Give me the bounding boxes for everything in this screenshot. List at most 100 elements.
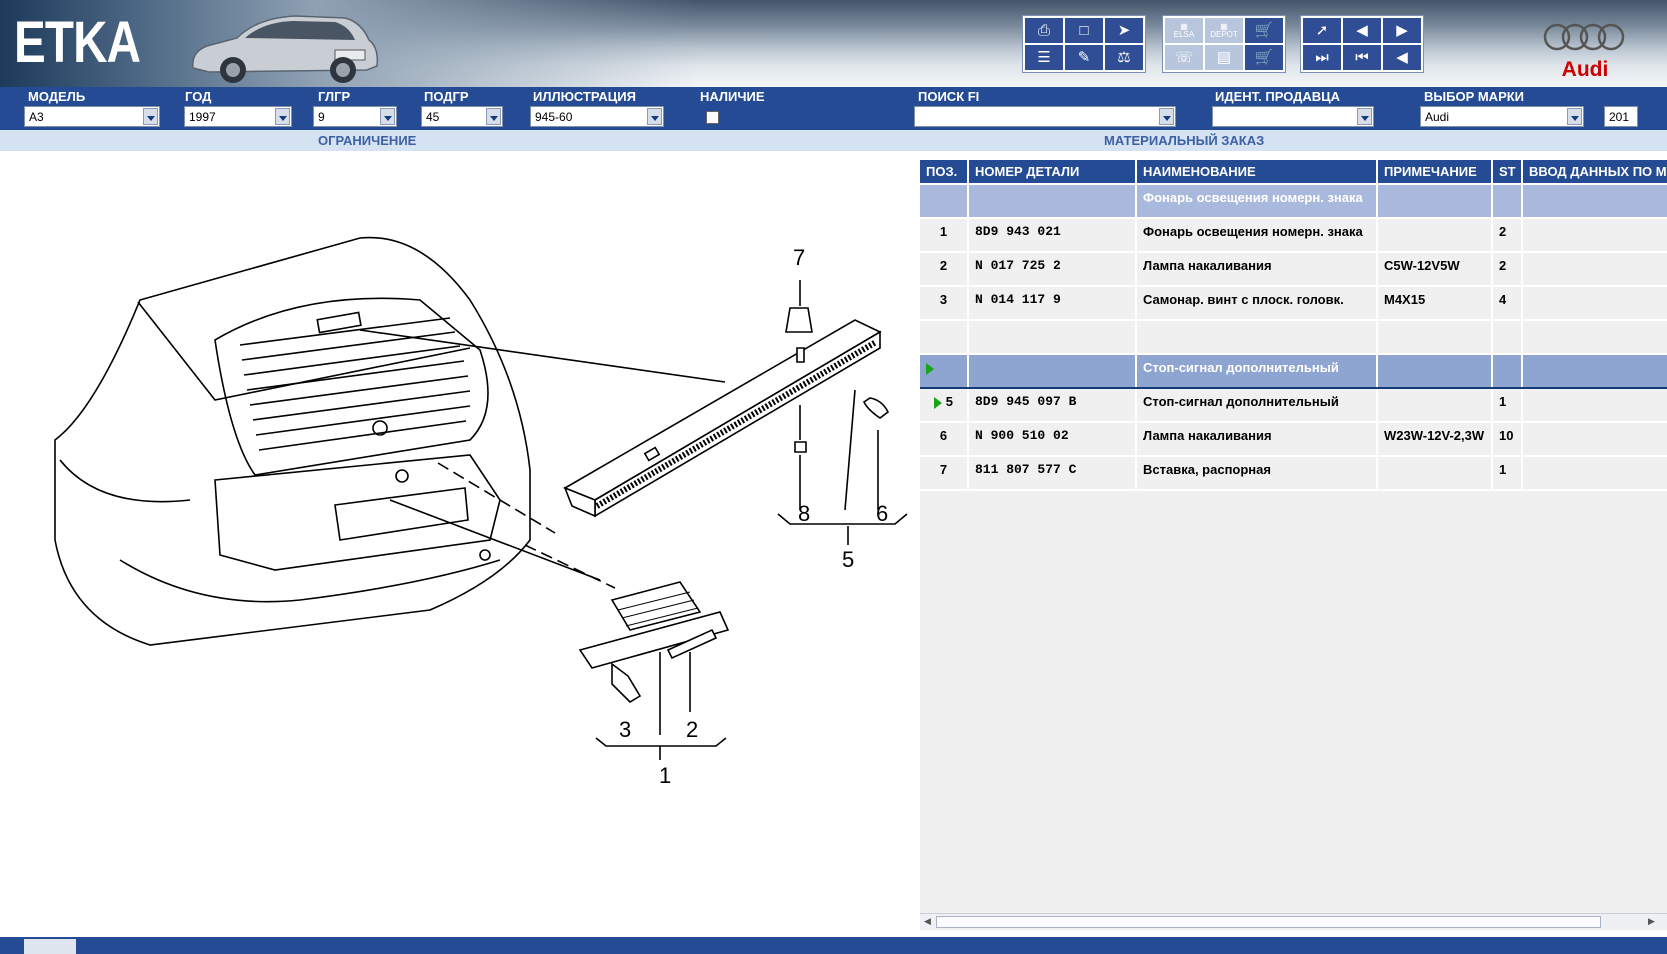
scrollbar-thumb[interactable]	[936, 916, 1601, 928]
seller-id-select[interactable]	[1212, 106, 1374, 127]
table-row[interactable]: 2 N 017 725 2 Лампа накаливания C5W-12V5…	[920, 252, 1667, 287]
status-button[interactable]	[24, 939, 76, 954]
cart-arrow-icon[interactable]: 🛒	[1245, 18, 1283, 43]
list-icon[interactable]: ☰	[1025, 45, 1063, 70]
callout-2: 2	[686, 717, 699, 742]
table-row[interactable]: 5 8D9 945 097 B Стоп-сигнал дополнительн…	[920, 388, 1667, 423]
material-order-heading: МАТЕРИАЛЬНЫЙ ЗАКАЗ	[1104, 133, 1265, 148]
chevron-down-icon[interactable]	[486, 108, 501, 125]
seller-id-label: ИДЕНТ. ПРОДАВЦА	[1215, 89, 1341, 104]
scale-icon[interactable]: ⚖	[1105, 45, 1143, 70]
leader-line	[389, 499, 601, 581]
illustration-label: ИЛЛЮСТРАЦИЯ	[533, 89, 636, 104]
table-header-row: ПОЗ. НОМЕР ДЕТАЛИ НАИМЕНОВАНИЕ ПРИМЕЧАНИ…	[920, 160, 1667, 185]
parts-table: ПОЗ. НОМЕР ДЕТАЛИ НАИМЕНОВАНИЕ ПРИМЕЧАНИ…	[920, 160, 1667, 491]
status-bar	[0, 937, 1667, 954]
col-part-number[interactable]: НОМЕР ДЕТАЛИ	[968, 160, 1137, 185]
pin-icon[interactable]: ➚	[1303, 18, 1341, 43]
callout-6: 6	[876, 501, 889, 526]
parts-list-panel: ПОЗ. НОМЕР ДЕТАЛИ НАИМЕНОВАНИЕ ПРИМЕЧАНИ…	[920, 160, 1667, 930]
toolbar-group-navigation: ➚ ◀ ▶ ⏭ ⏮ ◀	[1300, 15, 1424, 73]
callout-1: 1	[659, 763, 672, 788]
prev-icon[interactable]: ◀	[1383, 45, 1421, 70]
leader-line	[359, 329, 726, 383]
screen-icon[interactable]: □	[1065, 18, 1103, 43]
section-bar: ОГРАНИЧЕНИЕ МАТЕРИАЛЬНЫЙ ЗАКАЗ	[0, 130, 1667, 151]
callout-7: 7	[793, 245, 806, 270]
share-icon[interactable]: ➤	[1105, 18, 1143, 43]
model-select[interactable]: A3	[24, 106, 160, 127]
chevron-down-icon[interactable]	[1567, 108, 1582, 125]
table-row[interactable]: 1 8D9 943 021 Фонарь освещения номерн. з…	[920, 218, 1667, 253]
illustration-select[interactable]: 945-60	[530, 106, 664, 127]
table-row-empty[interactable]	[920, 320, 1667, 355]
row-marker-icon	[934, 396, 943, 409]
col-name[interactable]: НАИМЕНОВАНИЕ	[1136, 160, 1378, 185]
chevron-down-icon[interactable]	[1159, 108, 1174, 125]
leader-line	[524, 544, 616, 589]
subgroup-select[interactable]: 45	[421, 106, 503, 127]
chevron-down-icon[interactable]	[143, 108, 158, 125]
search-fi-select[interactable]	[914, 106, 1176, 127]
screw-part	[611, 662, 642, 704]
scroll-left-icon[interactable]: ◀	[924, 916, 931, 927]
phone-icon[interactable]: ☏	[1165, 45, 1203, 70]
table-row-group-header[interactable]: Фонарь освещения номерн. знака	[920, 184, 1667, 219]
next-page-icon[interactable]: ▶	[1383, 18, 1421, 43]
callout-3: 3	[619, 717, 632, 742]
availability-label: НАЛИЧИЕ	[700, 89, 765, 104]
depot-icon[interactable]: ▦ DEPOT	[1205, 18, 1243, 43]
chevron-down-icon[interactable]	[647, 108, 662, 125]
bulb-part	[862, 397, 890, 419]
cart-icon[interactable]: 🛒	[1245, 45, 1283, 70]
table-row[interactable]: 3 N 014 117 9 Самонар. винт с плоск. гол…	[920, 286, 1667, 321]
callout-8: 8	[798, 501, 811, 526]
availability-checkbox[interactable]	[706, 111, 719, 124]
screw-part	[794, 405, 807, 453]
exploded-view-diagram	[54, 236, 908, 760]
extra-field[interactable]: 201	[1604, 106, 1638, 127]
page-icon[interactable]: ▤	[1205, 45, 1243, 70]
chevron-down-icon[interactable]	[380, 108, 395, 125]
audi-logo: Audi	[1540, 22, 1630, 82]
etka-window: ETKA ⎙ □ ➤ ☰ ✎ ⚖ ▦ ELSA ▦ DEPOT 🛒 ☏ ▤ 🛒 ➚ …	[0, 0, 1667, 954]
car-photo-icon	[192, 15, 379, 83]
main-group-select[interactable]: 9	[313, 106, 397, 127]
callout-5: 5	[842, 547, 855, 572]
parts-illustration: 7 8 6 5 3 2 1	[0, 151, 918, 937]
table-row[interactable]: 6 N 900 510 02 Лампа накаливания W23W-12…	[920, 422, 1667, 457]
col-st[interactable]: ST	[1492, 160, 1523, 185]
main-group-label: ГЛГР	[318, 89, 351, 104]
table-row[interactable]: 7 811 807 577 C Вставка, распорная 1	[920, 456, 1667, 491]
first-icon[interactable]: ⏭	[1303, 45, 1341, 70]
elsa-icon[interactable]: ▦ ELSA	[1165, 18, 1203, 43]
year-label: ГОД	[185, 89, 212, 104]
table-row-group-header-selected[interactable]: Стоп-сигнал дополнительный	[920, 353, 1667, 389]
col-note[interactable]: ПРИМЕЧАНИЕ	[1377, 160, 1493, 185]
back-icon[interactable]: ⏮	[1343, 45, 1381, 70]
clip-part	[785, 307, 813, 333]
brand-label: ВЫБОР МАРКИ	[1424, 89, 1525, 104]
model-label: МОДЕЛЬ	[28, 89, 86, 104]
col-model-data[interactable]: ВВОД ДАННЫХ ПО МОДЕЛИ	[1522, 160, 1667, 185]
chevron-down-icon[interactable]	[1357, 108, 1372, 125]
selection-bar: МОДЕЛЬ A3 ГОД 1997 ГЛГР 9 ПОДГР 45 ИЛЛЮС…	[0, 87, 1667, 130]
year-select[interactable]: 1997	[184, 106, 292, 127]
chevron-down-icon[interactable]	[275, 108, 290, 125]
horizontal-scrollbar[interactable]: ◀ ▶	[920, 913, 1667, 930]
toolbar-group-services: ▦ ELSA ▦ DEPOT 🛒 ☏ ▤ 🛒	[1162, 15, 1286, 73]
header-banner: ETKA ⎙ □ ➤ ☰ ✎ ⚖ ▦ ELSA ▦ DEPOT 🛒 ☏ ▤ 🛒 ➚ …	[0, 0, 1667, 87]
search-fi-label: ПОИСК FI	[918, 89, 980, 104]
audi-wordmark: Audi	[1561, 58, 1609, 81]
pencil-icon[interactable]: ✎	[1065, 45, 1103, 70]
printer-icon[interactable]: ⎙	[1025, 18, 1063, 43]
prev-page-icon[interactable]: ◀	[1343, 18, 1381, 43]
brand-select[interactable]: Audi	[1420, 106, 1584, 127]
brake-light-housing	[563, 319, 882, 501]
scroll-right-icon[interactable]: ▶	[1648, 916, 1655, 927]
subgroup-label: ПОДГР	[424, 89, 469, 104]
restriction-heading: ОГРАНИЧЕНИЕ	[318, 133, 417, 148]
etka-logo: ETKA	[14, 10, 141, 75]
toolbar-group-print: ⎙ □ ➤ ☰ ✎ ⚖	[1022, 15, 1146, 73]
col-pos[interactable]: ПОЗ.	[920, 160, 969, 185]
